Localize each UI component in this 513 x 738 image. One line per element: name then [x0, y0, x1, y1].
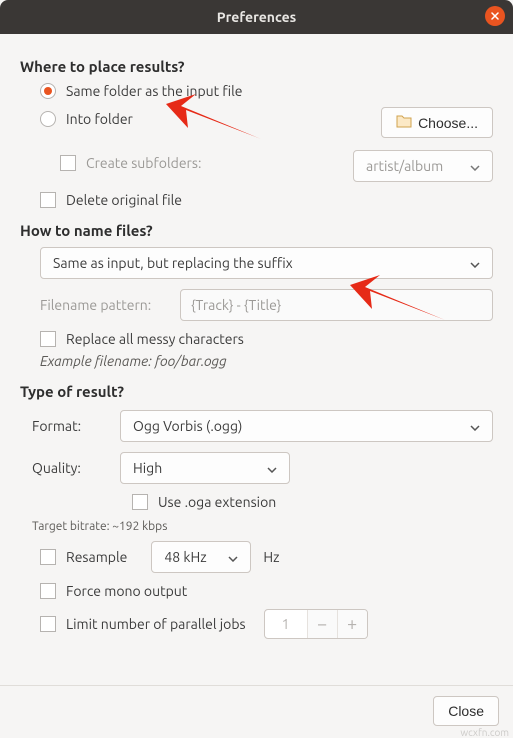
- quality-label: Quality:: [20, 460, 120, 476]
- subfolder-template-combo[interactable]: artist/album: [353, 150, 493, 182]
- replace-messy-label: Replace all messy characters: [66, 331, 244, 347]
- target-bitrate-note: Target bitrate: ~192 kbps: [20, 520, 493, 533]
- checkbox-icon: [40, 616, 56, 632]
- check-resample[interactable]: Resample: [40, 549, 127, 565]
- example-filename: Example filename: foo/bar.ogg: [20, 353, 493, 369]
- check-force-mono[interactable]: Force mono output: [20, 583, 493, 599]
- checkbox-icon: [40, 192, 56, 208]
- format-label: Format:: [20, 418, 120, 434]
- checkbox-icon: [60, 155, 76, 171]
- radio-icon: [40, 83, 56, 99]
- plus-icon[interactable]: +: [337, 610, 367, 638]
- into-folder-label: Into folder: [66, 111, 133, 127]
- checkbox-icon: [132, 494, 148, 510]
- limit-jobs-label: Limit number of parallel jobs: [66, 616, 246, 632]
- close-icon[interactable]: [485, 6, 505, 26]
- window-controls: [485, 6, 505, 26]
- quality-value: High: [133, 460, 162, 476]
- force-mono-label: Force mono output: [66, 583, 187, 599]
- dialog-footer: Close: [0, 685, 513, 736]
- subfolder-template-value: artist/album: [366, 158, 443, 174]
- resample-combo[interactable]: 48 kHz: [151, 541, 251, 573]
- jobs-value: 1: [265, 610, 307, 638]
- minus-icon[interactable]: −: [307, 610, 337, 638]
- section-naming-heading: How to name files?: [20, 222, 493, 239]
- choose-label: Choose...: [418, 115, 478, 131]
- filename-pattern-input[interactable]: {Track} - {Title}: [180, 289, 493, 321]
- quality-combo[interactable]: High: [120, 452, 290, 484]
- radio-same-folder[interactable]: Same folder as the input file: [20, 83, 493, 99]
- check-replace-messy[interactable]: Replace all messy characters: [20, 331, 493, 347]
- format-value: Ogg Vorbis (.ogg): [133, 418, 242, 434]
- folder-icon: [396, 114, 412, 131]
- chevron-down-icon: [228, 549, 238, 565]
- checkbox-icon: [40, 583, 56, 599]
- hz-label: Hz: [263, 549, 279, 565]
- format-combo[interactable]: Ogg Vorbis (.ogg): [120, 410, 493, 442]
- jobs-spinner[interactable]: 1 − +: [264, 609, 368, 639]
- section-place-heading: Where to place results?: [20, 58, 493, 75]
- radio-icon: [40, 111, 56, 127]
- resample-label: Resample: [66, 549, 127, 565]
- checkbox-icon: [40, 549, 56, 565]
- choose-button[interactable]: Choose...: [381, 107, 493, 138]
- resample-value: 48 kHz: [164, 549, 206, 565]
- check-limit-jobs[interactable]: Limit number of parallel jobs: [40, 616, 246, 632]
- check-create-subfolders[interactable]: Create subfolders:: [20, 155, 353, 171]
- delete-original-label: Delete original file: [66, 192, 182, 208]
- watermark: wcxfn.com: [460, 727, 509, 738]
- chevron-down-icon: [470, 255, 480, 271]
- window-title: Preferences: [217, 9, 297, 25]
- close-label: Close: [448, 703, 484, 719]
- chevron-down-icon: [470, 418, 480, 434]
- check-delete-original[interactable]: Delete original file: [20, 192, 493, 208]
- close-button[interactable]: Close: [433, 696, 499, 726]
- radio-into-folder[interactable]: Into folder: [20, 111, 353, 127]
- same-folder-label: Same folder as the input file: [66, 83, 243, 99]
- naming-mode-combo[interactable]: Same as input, but replacing the suffix: [40, 247, 493, 279]
- pattern-placeholder: {Track} - {Title}: [191, 297, 281, 313]
- oga-ext-label: Use .oga extension: [158, 494, 276, 510]
- section-type-heading: Type of result?: [20, 383, 493, 400]
- pattern-label: Filename pattern:: [40, 297, 180, 313]
- chevron-down-icon: [267, 460, 277, 476]
- chevron-down-icon: [470, 158, 480, 174]
- create-subfolders-label: Create subfolders:: [86, 155, 201, 171]
- naming-mode-value: Same as input, but replacing the suffix: [53, 255, 293, 271]
- titlebar: Preferences: [0, 0, 513, 34]
- check-oga-ext[interactable]: Use .oga extension: [20, 494, 493, 510]
- checkbox-icon: [40, 331, 56, 347]
